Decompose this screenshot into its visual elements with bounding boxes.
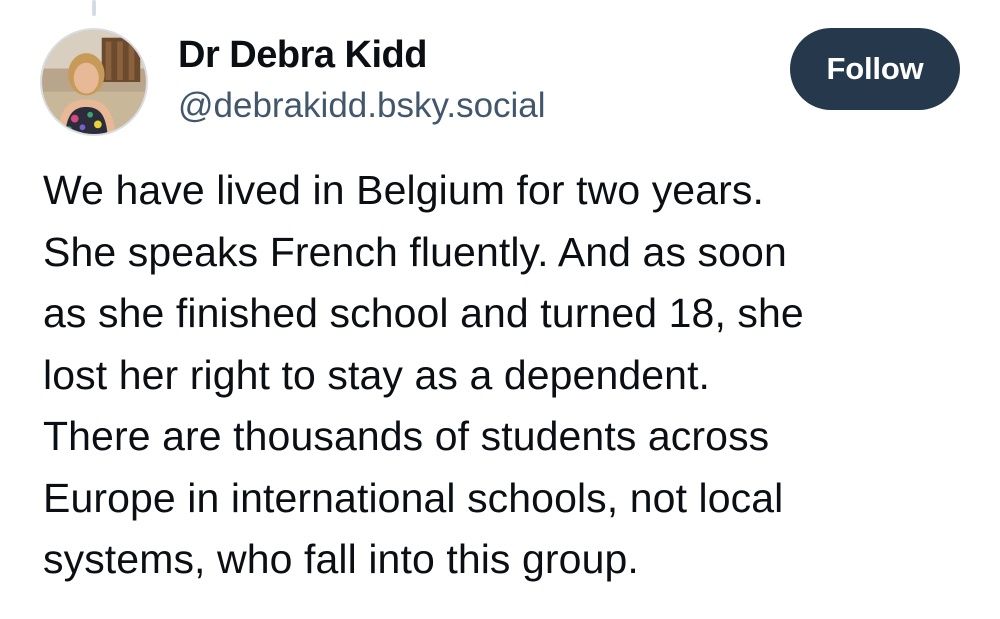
avatar-photo-icon [42, 30, 146, 134]
post-text-line: She speaks French fluently. And as soon [43, 228, 787, 275]
post-text-line: as she finished school and turned 18, sh… [43, 290, 804, 336]
author-display-name[interactable]: Dr Debra Kidd [178, 32, 427, 78]
post-text-line: Europe in international schools, not loc… [43, 474, 784, 521]
thread-connector-line [92, 0, 96, 16]
avatar[interactable] [40, 28, 148, 136]
post-text-line: systems, who fall into this group. [43, 536, 639, 582]
author-handle[interactable]: @debrakidd.bsky.social [178, 84, 546, 128]
follow-button[interactable]: Follow [790, 28, 960, 110]
post-text: We have lived in Belgium for two years. … [43, 160, 983, 591]
post-text-line: There are thousands of students across [43, 413, 770, 459]
post-text-line: We have lived in Belgium for two years. [43, 167, 764, 213]
post-text-line: lost her right to stay as a dependent. [43, 351, 711, 398]
